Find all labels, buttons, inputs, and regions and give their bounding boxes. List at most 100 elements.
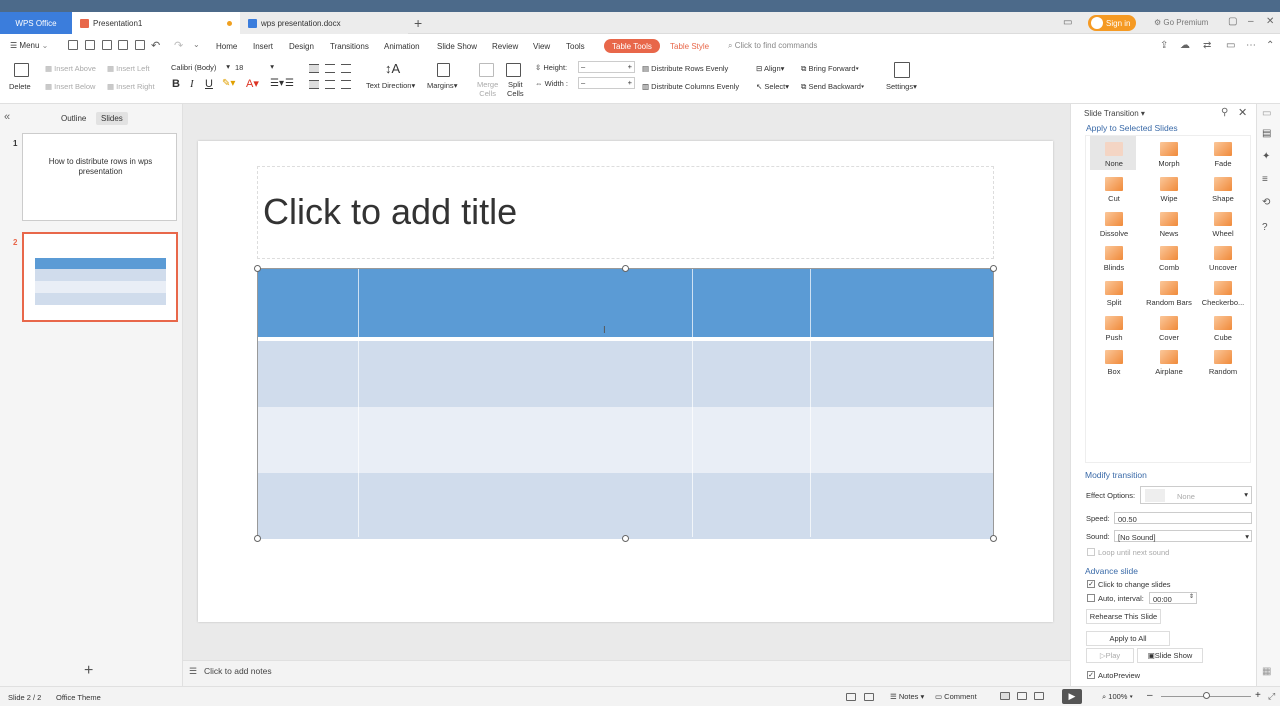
- resize-handle[interactable]: [990, 535, 997, 542]
- menu-transitions[interactable]: Transitions: [330, 42, 369, 51]
- transition-fade[interactable]: Fade: [1196, 142, 1250, 168]
- animation-icon[interactable]: ✦: [1262, 151, 1270, 162]
- sign-in-button[interactable]: Sign in: [1088, 15, 1137, 31]
- tab-outline[interactable]: Outline: [56, 112, 91, 125]
- speed-input[interactable]: 00.50: [1114, 512, 1252, 524]
- margins-button[interactable]: Margins▾: [427, 81, 457, 90]
- slide-table[interactable]: I: [257, 268, 994, 539]
- height-increase-icon[interactable]: +: [628, 62, 632, 71]
- main-menu-button[interactable]: ☰ Menu ⌄: [10, 41, 48, 50]
- insert-left-button[interactable]: ▦ Insert Left: [107, 64, 150, 73]
- transition-cube[interactable]: Cube: [1196, 316, 1250, 342]
- transition-shape[interactable]: Shape: [1196, 177, 1250, 203]
- insert-below-button[interactable]: ▦ Insert Below: [45, 82, 95, 91]
- help-icon[interactable]: ?: [1262, 222, 1268, 233]
- transition-morph[interactable]: Morph: [1142, 142, 1196, 168]
- resize-handle[interactable]: [254, 265, 261, 272]
- slide-thumbnail-2[interactable]: [22, 232, 178, 322]
- table-row[interactable]: [258, 407, 993, 473]
- transition-push[interactable]: Push: [1087, 316, 1141, 342]
- open-folder-icon[interactable]: [68, 40, 78, 50]
- panel-title-dropdown[interactable]: Slide Transition ▾: [1084, 109, 1145, 118]
- apply-to-all-button[interactable]: Apply to All: [1086, 631, 1170, 646]
- width-decrease-icon[interactable]: –: [581, 78, 585, 87]
- transition-checkerboard[interactable]: Checkerbo...: [1196, 281, 1250, 307]
- slide-sorter-icon[interactable]: [1017, 692, 1027, 700]
- add-slide-button[interactable]: +: [84, 662, 93, 680]
- print-preview-icon[interactable]: [135, 40, 145, 50]
- title-placeholder[interactable]: Click to add title: [257, 166, 994, 259]
- menu-view[interactable]: View: [533, 42, 550, 51]
- notes-bar[interactable]: ☰ Click to add notes: [183, 660, 1070, 686]
- new-tab-button[interactable]: +: [414, 15, 422, 31]
- slide[interactable]: Click to add title I: [198, 141, 1053, 622]
- effect-options-select[interactable]: None ▾: [1140, 486, 1252, 504]
- height-decrease-icon[interactable]: –: [581, 62, 585, 71]
- interval-stepper[interactable]: 00:00 ⇕: [1149, 592, 1197, 604]
- sync-icon[interactable]: ⇄: [1203, 40, 1211, 51]
- distribute-rows-button[interactable]: ▤ Distribute Rows Evenly: [642, 64, 728, 73]
- theme-name[interactable]: Office Theme: [56, 693, 101, 702]
- zoom-slider-thumb[interactable]: [1203, 692, 1210, 699]
- insert-right-button[interactable]: ▦ Insert Right: [107, 82, 155, 91]
- notes-toggle-button[interactable]: ☰ Notes ▾: [890, 692, 924, 701]
- comment-icon[interactable]: ▭: [1226, 40, 1235, 51]
- numbering-icon[interactable]: ☰▾: [270, 78, 284, 89]
- export-icon[interactable]: [102, 40, 112, 50]
- transition-panel-icon[interactable]: ▤: [1262, 128, 1271, 139]
- menu-table-style[interactable]: Table Style: [670, 42, 709, 51]
- sound-select[interactable]: [No Sound] ▾: [1114, 530, 1252, 542]
- tab-slides[interactable]: Slides: [96, 112, 128, 125]
- rehearse-button[interactable]: Rehearse This Slide: [1086, 609, 1161, 624]
- tab-presentation[interactable]: Presentation1: [72, 12, 240, 34]
- font-size-select[interactable]: 18 ▾: [232, 61, 276, 73]
- comment-button[interactable]: ▭ Comment: [935, 692, 977, 701]
- table-row[interactable]: [258, 473, 993, 539]
- play-button[interactable]: ▷ Play: [1086, 648, 1134, 663]
- menu-insert[interactable]: Insert: [253, 42, 273, 51]
- customize-chevron-icon[interactable]: ⌄: [193, 40, 200, 49]
- transition-uncover[interactable]: Uncover: [1196, 246, 1250, 272]
- slide-thumbnail-1[interactable]: How to distribute rows in wps presentati…: [22, 133, 177, 221]
- font-color-icon[interactable]: A▾: [246, 77, 259, 90]
- menu-design[interactable]: Design: [289, 42, 314, 51]
- transition-comb[interactable]: Comb: [1142, 246, 1196, 272]
- transition-airplane[interactable]: Airplane: [1142, 350, 1196, 376]
- close-window-icon[interactable]: ✕: [1266, 16, 1274, 27]
- play-slideshow-button[interactable]: ▶: [1062, 689, 1082, 704]
- transition-box[interactable]: Box: [1087, 350, 1141, 376]
- redo-icon[interactable]: ↷: [174, 39, 183, 52]
- settings-button[interactable]: Settings▾: [886, 82, 917, 91]
- menu-slide-show[interactable]: Slide Show: [437, 42, 477, 51]
- italic-icon[interactable]: I: [190, 78, 194, 90]
- layout-icon[interactable]: ▭: [1063, 17, 1072, 28]
- width-increase-icon[interactable]: +: [628, 78, 632, 87]
- collapse-ribbon-icon[interactable]: ⌃: [1266, 40, 1274, 51]
- interval-spin-icon[interactable]: ⇕: [1189, 593, 1194, 600]
- select-button[interactable]: ↖ Select▾: [756, 82, 789, 91]
- fit-window-icon[interactable]: ⤢: [1268, 691, 1275, 702]
- click-to-change-checkbox[interactable]: ✓: [1087, 580, 1095, 588]
- zoom-select[interactable]: ⌕ 100% ▾: [1102, 692, 1133, 702]
- transition-wipe[interactable]: Wipe: [1142, 177, 1196, 203]
- menu-review[interactable]: Review: [492, 42, 518, 51]
- align-center-icon[interactable]: [325, 64, 335, 73]
- transition-blinds[interactable]: Blinds: [1087, 246, 1141, 272]
- transition-random[interactable]: Random: [1196, 350, 1250, 376]
- align-button[interactable]: ⊟ Align▾: [756, 64, 784, 73]
- zoom-in-icon[interactable]: +: [1255, 690, 1261, 701]
- close-panel-icon[interactable]: ✕: [1238, 106, 1247, 119]
- transition-none[interactable]: None: [1087, 142, 1141, 168]
- fit-icon[interactable]: [846, 693, 856, 701]
- auto-interval-checkbox[interactable]: [1087, 594, 1095, 602]
- insert-above-button[interactable]: ▦ Insert Above: [45, 64, 96, 73]
- menu-home[interactable]: Home: [216, 42, 237, 51]
- grid-icon[interactable]: ▦: [1262, 666, 1271, 677]
- send-backward-button[interactable]: ⧉ Send Backward▾: [801, 82, 864, 92]
- text-direction-button[interactable]: Text Direction▾: [366, 81, 415, 90]
- resize-handle[interactable]: [990, 265, 997, 272]
- notes-placeholder[interactable]: Click to add notes: [204, 666, 272, 676]
- properties-icon[interactable]: ≡: [1262, 174, 1268, 185]
- align-left-icon[interactable]: [309, 64, 319, 73]
- collapse-panel-icon[interactable]: «: [4, 111, 10, 123]
